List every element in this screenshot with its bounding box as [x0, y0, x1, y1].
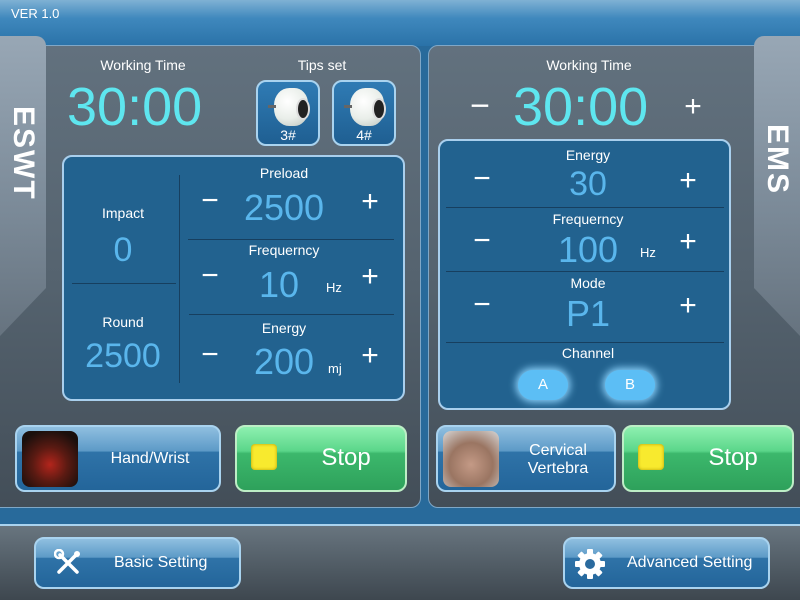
energy-label: Energy [261, 320, 307, 336]
impact-label: Impact [101, 205, 144, 221]
basic-setting-button[interactable]: Basic Setting [34, 537, 241, 589]
ems-tab[interactable]: EMS [754, 36, 800, 336]
tip-head-icon [268, 88, 310, 126]
ems-params-box: Energy − 30 + Frequerncy − 100 Hz + Mode… [438, 139, 731, 410]
ems-frequency-unit: Hz [640, 245, 656, 260]
body-part-cervical-vertebra-button[interactable]: Cervical Vertebra [436, 425, 616, 492]
frequency-increase-button[interactable]: + [355, 262, 385, 292]
body-part-hand-wrist-button[interactable]: Hand/Wrist [15, 425, 221, 492]
divider [189, 314, 394, 315]
energy-value: 200 [253, 341, 315, 382]
tip-button-4[interactable]: 4# [332, 80, 396, 146]
round-label: Round [102, 314, 144, 330]
eswt-params-box: Impact 0 Round 2500 Preload − 2500 + Fre… [62, 155, 405, 401]
divider [188, 239, 394, 240]
time-decrease-button[interactable]: − [465, 89, 495, 123]
advanced-setting-button[interactable]: Advanced Setting [563, 537, 770, 589]
channel-b-button[interactable]: B [605, 370, 655, 400]
impact-value: 0 [113, 231, 133, 269]
stop-label: Stop [708, 444, 758, 471]
eswt-tab[interactable]: ESWT [0, 36, 46, 336]
frequency-label: Frequerncy [248, 242, 320, 258]
preload-value: 2500 [243, 187, 325, 228]
round-value: 2500 [85, 337, 161, 375]
ems-energy-label: Energy [565, 147, 611, 163]
tip-label: 4# [356, 127, 372, 143]
ems-working-time-label: Working Time [546, 57, 632, 73]
time-increase-button[interactable]: + [678, 92, 708, 122]
tip-label: 3# [280, 127, 296, 143]
tip-button-3[interactable]: 3# [256, 80, 320, 146]
ems-stop-button[interactable]: Stop [622, 425, 794, 492]
advanced-setting-label: Advanced Setting [627, 554, 753, 571]
eswt-stop-button[interactable]: Stop [235, 425, 407, 492]
tip-head-icon [344, 88, 386, 126]
hand-wrist-image [22, 431, 78, 487]
body-part-label-line1: Cervical [529, 442, 587, 459]
divider [446, 207, 724, 208]
preload-increase-button[interactable]: + [355, 187, 385, 217]
stop-label: Stop [321, 444, 371, 471]
gear-icon [574, 548, 606, 580]
ems-energy-value: 30 [569, 165, 607, 203]
stop-indicator-icon [251, 444, 277, 470]
eswt-tab-label: ESWT [7, 106, 40, 201]
mode-increase-button[interactable]: + [673, 291, 703, 321]
ems-energy-decrease-button[interactable]: − [467, 164, 497, 194]
eswt-working-time-label: Working Time [100, 57, 186, 73]
frequency-decrease-button[interactable]: − [195, 261, 225, 291]
tips-set-label: Tips set [297, 57, 347, 73]
frequency-unit: Hz [326, 280, 342, 295]
ems-tab-label: EMS [761, 124, 794, 196]
divider [446, 271, 724, 272]
mode-decrease-button[interactable]: − [467, 290, 497, 320]
version-label: VER 1.0 [11, 6, 60, 21]
ems-energy-increase-button[interactable]: + [673, 166, 703, 196]
ems-frequency-value: 100 [557, 229, 619, 270]
ems-working-time: 30:00 [513, 77, 649, 137]
preload-label: Preload [259, 165, 309, 181]
eswt-working-time: 30:00 [67, 77, 203, 137]
energy-unit: mj [328, 361, 342, 376]
wrench-screwdriver-icon [53, 548, 82, 577]
ems-frequency-label: Frequerncy [552, 211, 624, 227]
mode-label: Mode [570, 275, 606, 291]
energy-increase-button[interactable]: + [355, 341, 385, 371]
divider [72, 283, 176, 284]
body-part-label: Hand/Wrist [110, 450, 190, 467]
body-part-label-line2: Vertebra [527, 460, 589, 477]
ems-frequency-decrease-button[interactable]: − [467, 226, 497, 256]
preload-decrease-button[interactable]: − [195, 186, 225, 216]
frequency-value: 10 [258, 264, 300, 305]
divider [446, 342, 724, 343]
channel-a-button[interactable]: A [518, 370, 568, 400]
basic-setting-label: Basic Setting [114, 554, 208, 571]
cervical-vertebra-image [443, 431, 499, 487]
channel-label: Channel [561, 345, 615, 361]
ems-frequency-increase-button[interactable]: + [673, 227, 703, 257]
stop-indicator-icon [638, 444, 664, 470]
top-bar: VER 1.0 [0, 0, 800, 46]
mode-value: P1 [565, 293, 611, 334]
energy-decrease-button[interactable]: − [195, 340, 225, 370]
